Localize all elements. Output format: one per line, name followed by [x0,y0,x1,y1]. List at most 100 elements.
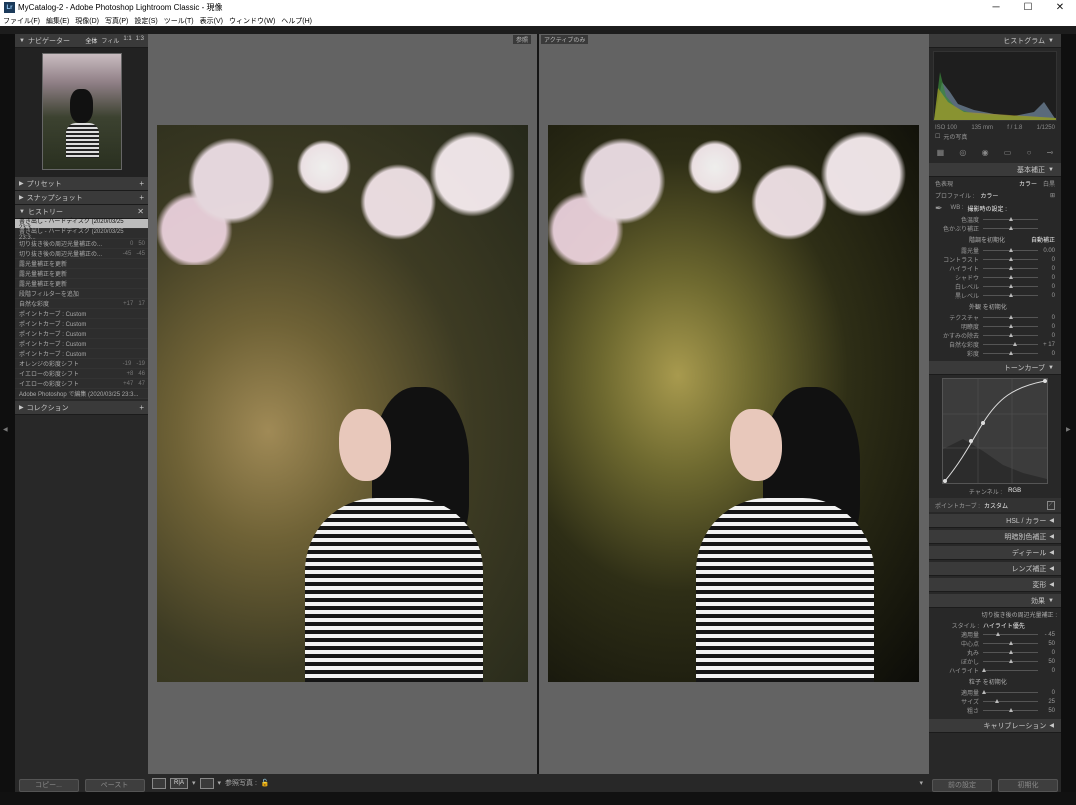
chevron-down-icon[interactable]: ▾ [192,779,196,787]
checkbox-icon[interactable]: ☐ [935,133,940,140]
slider-track[interactable] [983,293,1038,297]
history-item[interactable]: 露光量補正を更新 [15,279,148,289]
zoom-fill[interactable]: フィル [101,36,119,45]
slider-track[interactable] [983,342,1038,346]
before-photo[interactable] [157,125,528,682]
zoom-1to3[interactable]: 1:3 [136,36,144,45]
treatment-bw-option[interactable]: 白黒 [1043,179,1055,188]
history-item[interactable]: ポイントカーブ : Custom [15,349,148,359]
profile-select[interactable]: カラー [980,191,998,200]
slider-knob[interactable] [1008,641,1013,645]
slider-value[interactable]: 0 [1041,650,1055,656]
paste-button[interactable]: ペースト [84,778,145,792]
histogram[interactable] [933,51,1057,121]
slider-track[interactable] [983,333,1038,337]
panel-header-split[interactable]: 明暗別色補正 ◀ [929,530,1061,544]
history-item[interactable]: ポイントカーブ : Custom [15,339,148,349]
tone-reset[interactable]: を初期化 [981,235,1005,244]
slider-track[interactable] [983,257,1038,261]
menu-item[interactable]: 写真(P) [105,16,128,26]
edit-curve-icon[interactable]: ⟋ [1046,500,1055,510]
menu-item[interactable]: 設定(S) [134,16,157,26]
slider-value[interactable]: 0 [1041,257,1055,263]
slider-track[interactable] [983,708,1038,712]
histogram-header[interactable]: ヒストグラム ▼ [929,34,1061,48]
chevron-down-icon[interactable]: ▾ [218,779,222,787]
tonecurve-header[interactable]: トーンカーブ ▼ [929,361,1061,375]
slider-value[interactable]: 0.00 [1041,248,1055,254]
slider-track[interactable] [983,248,1038,252]
minimize-button[interactable]: ─ [980,0,1012,15]
panel-header-lens[interactable]: レンズ補正 ◀ [929,562,1061,576]
slider-knob[interactable] [1008,650,1013,654]
slider-track[interactable] [983,275,1038,279]
lock-icon[interactable]: 🔓 [261,779,270,787]
menu-item[interactable]: 編集(E) [46,16,69,26]
panel-header-transform[interactable]: 変形 ◀ [929,578,1061,592]
slider-knob[interactable] [1008,324,1013,328]
snapshots-header[interactable]: ▶ スナップショット + [15,191,148,205]
slider-knob[interactable] [1008,333,1013,337]
slider-knob[interactable] [996,632,1001,636]
radial-filter-icon[interactable]: ○ [1027,148,1032,157]
slider-knob[interactable] [1008,275,1013,279]
slider-track[interactable] [983,351,1038,355]
slider-track[interactable] [983,659,1038,663]
slider-track[interactable] [982,668,1038,672]
slider-track[interactable] [983,324,1038,328]
slider-track[interactable] [983,641,1038,645]
slider-knob[interactable] [1008,284,1013,288]
panel-header-effects[interactable]: 効果 ▼ [929,594,1061,608]
slider-track[interactable] [983,315,1038,319]
slider-value[interactable]: 50 [1041,708,1055,714]
zoom-fit[interactable]: 全体 [85,36,97,45]
calibration-header[interactable]: キャリブレーション ◀ [929,719,1061,733]
wb-select[interactable]: 撮影時の設定 : [968,204,1007,213]
slider-value[interactable]: 0 [1041,351,1055,357]
slider-track[interactable] [983,699,1038,703]
swap-icon[interactable] [199,777,214,789]
slider-knob[interactable] [1013,342,1018,346]
style-select[interactable]: ハイライト優先 [983,621,1025,630]
slider-value[interactable]: 25 [1041,699,1055,705]
slider-value[interactable]: + 17 [1041,342,1055,348]
add-preset-icon[interactable]: + [139,179,144,188]
slider-knob[interactable] [1008,293,1013,297]
slider-knob[interactable] [1008,248,1013,252]
menu-item[interactable]: 表示(V) [200,16,223,26]
history-item[interactable]: 自然な彩度 +17 17 [15,299,148,309]
history-item[interactable]: 書き出し - ハードディスク (2020/03/25 23:3... [15,229,148,241]
slider-knob[interactable] [982,690,987,694]
copy-button[interactable]: コピー... [18,778,79,792]
slider-knob[interactable] [1008,351,1013,355]
redeye-icon[interactable]: ◉ [982,148,989,157]
slider-value[interactable]: 0 [1041,275,1055,281]
slider-track[interactable] [983,266,1038,270]
history-item[interactable]: 露光量補正を更新 [15,259,148,269]
slider-value[interactable]: 0 [1041,690,1055,696]
previous-settings-button[interactable]: 前の設定 [932,778,992,792]
slider-value[interactable]: 0 [1041,315,1055,321]
slider-track[interactable] [982,690,1038,694]
clear-history-icon[interactable]: ✕ [137,207,144,216]
slider-knob[interactable] [1008,266,1013,270]
graduated-filter-icon[interactable]: ▭ [1004,148,1012,157]
slider-value[interactable]: 0 [1041,293,1055,299]
brush-icon[interactable]: ⊸ [1047,148,1054,157]
slider-track[interactable] [983,226,1038,230]
slider-knob[interactable] [994,699,999,703]
panel-header-detail[interactable]: ディテール ◀ [929,546,1061,560]
slider-knob[interactable] [982,668,987,672]
history-item[interactable]: ポイントカーブ : Custom [15,309,148,319]
slider-value[interactable]: 0 [1041,668,1055,674]
slider-value[interactable]: 0 [1041,266,1055,272]
history-item[interactable]: 段階フィルターを追加 [15,289,148,299]
history-item[interactable]: ポイントカーブ : Custom [15,319,148,329]
menu-item[interactable]: ウィンドウ(W) [229,16,275,26]
pointcurve-select[interactable]: カスタム [984,501,1008,510]
panel-header-hsl[interactable]: HSL / カラー ◀ [929,514,1061,528]
toolbar-options-icon[interactable]: ▾ [919,779,923,787]
history-item[interactable]: オレンジの彩度シフト -19 -19 [15,359,148,369]
slider-value[interactable]: - 45 [1041,632,1055,638]
left-panel-grip-icon[interactable]: ◀ [3,426,8,433]
